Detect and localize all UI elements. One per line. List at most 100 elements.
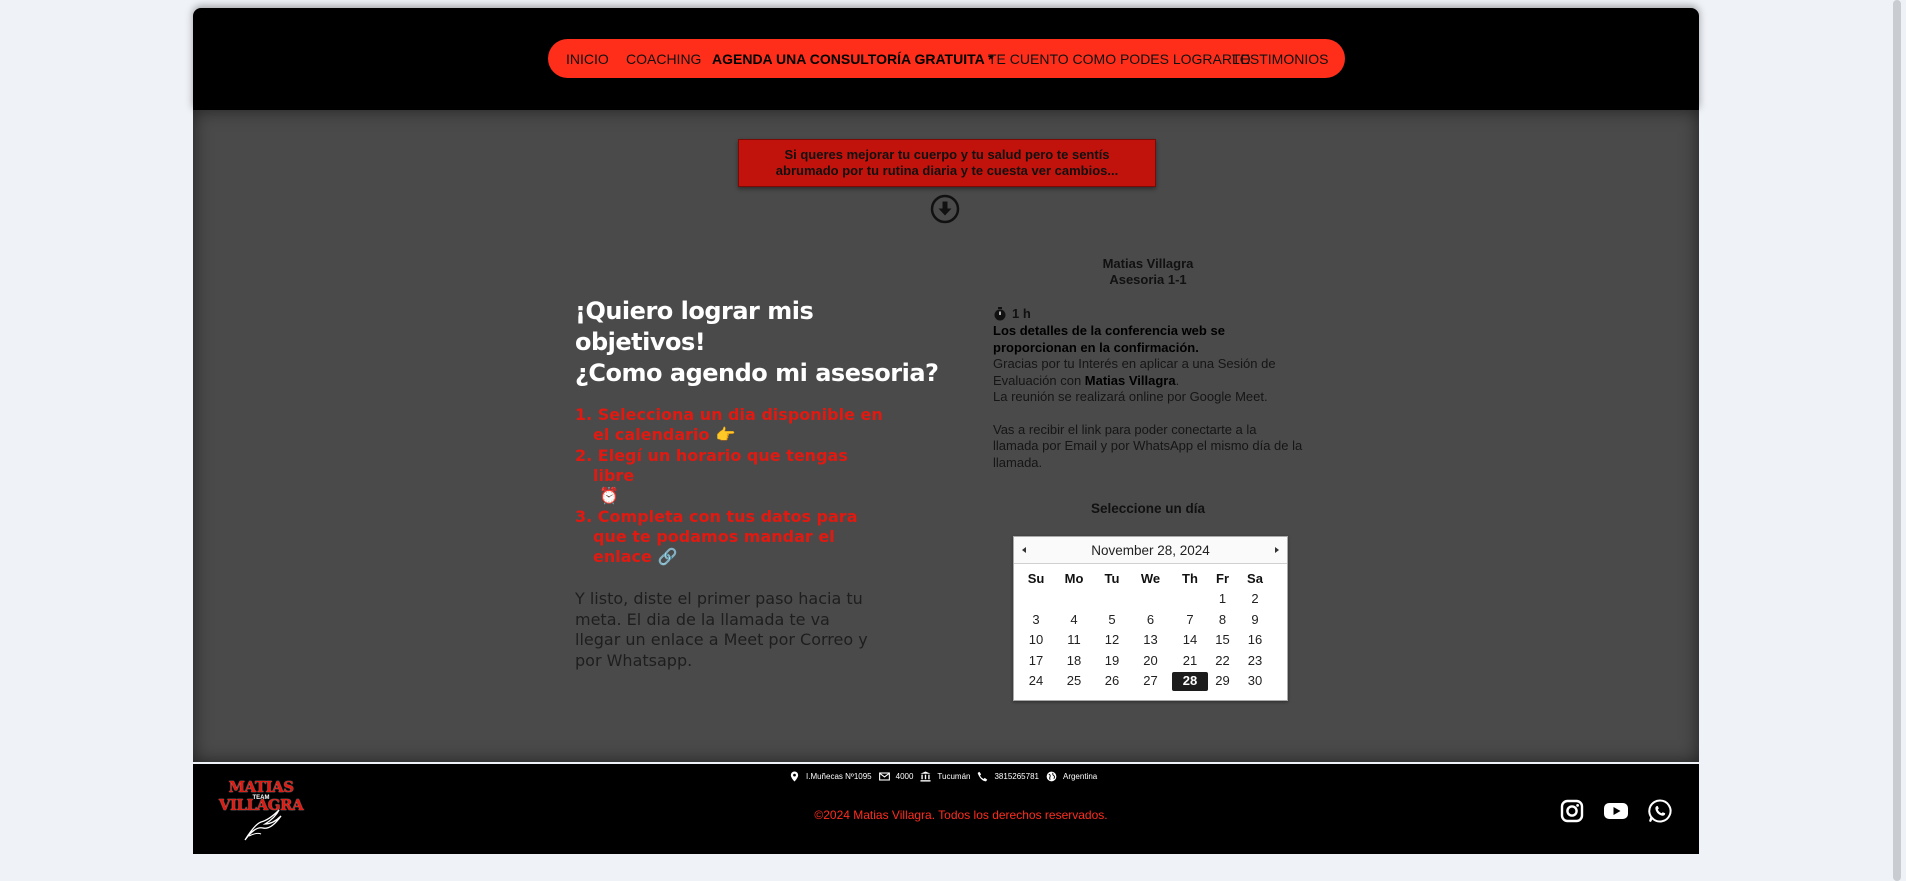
event-name: Asesoria 1-1 [1109, 272, 1187, 287]
country-text: Argentina [1062, 772, 1098, 781]
link-icon: 🔗 [657, 547, 678, 566]
weekday-header: Th [1182, 571, 1198, 586]
organizer-block: Matias Villagra Asesoria 1-1 [993, 256, 1303, 288]
calendar-day[interactable]: 10 [1018, 630, 1054, 651]
calendar-day[interactable]: 2 [1236, 589, 1274, 610]
youtube-icon[interactable] [1602, 798, 1630, 824]
main-nav: INICIO COACHING AGENDA UNA CONSULTORÍA G… [548, 39, 1345, 78]
calendar-day[interactable]: 22 [1209, 651, 1236, 672]
pointing-hand-icon: 👉 [715, 425, 736, 444]
phone-item: 3815265781 [977, 771, 1039, 782]
calendar-day[interactable]: 14 [1171, 630, 1209, 651]
calendar-day[interactable]: 3 [1018, 610, 1054, 631]
calendar-day[interactable]: 18 [1054, 651, 1094, 672]
nav-item-testimonios[interactable]: TESTIMONIOS [1232, 51, 1328, 67]
calendar-empty-cell [1054, 589, 1094, 610]
step-item: 2. Elegí un horario que tengas libre ⏰ [575, 446, 883, 506]
calendar-day[interactable]: 16 [1236, 630, 1274, 651]
calendar-day[interactable]: 9 [1236, 610, 1274, 631]
calendar-day[interactable]: 20 [1130, 651, 1171, 672]
page-frame: INICIO COACHING AGENDA UNA CONSULTORÍA G… [193, 8, 1699, 854]
instructions-panel: ¡Quiero lograr mis objetivos! ¿Como agen… [575, 296, 950, 687]
calendar-day[interactable]: 19 [1094, 651, 1130, 672]
calendar-day[interactable]: 1 [1209, 589, 1236, 610]
postal-code-text: 4000 [895, 772, 914, 781]
contact-info: I.Muñecas Nº1095 4000 Tucumán 3815265781… [789, 771, 1097, 782]
envelope-icon [878, 772, 890, 781]
weekday-header: Su [1027, 571, 1045, 586]
country-item: Argentina [1046, 771, 1097, 782]
site-footer: MATIAS VILLAGRA TEAM I.Muñecas Nº1095 40… [193, 764, 1699, 854]
promo-banner-text: Si queres mejorar tu cuerpo y tu salud p… [775, 147, 1119, 178]
phone-icon [978, 771, 988, 782]
description-name: Matias Villagra [1084, 372, 1176, 388]
instructions-heading: ¡Quiero lograr mis objetivos! ¿Como agen… [575, 296, 950, 389]
nav-item-te-cuento[interactable]: TE CUENTO COMO PODES LOGRARLO [988, 51, 1251, 67]
institution-icon [920, 771, 931, 782]
description-end: . [1175, 372, 1180, 388]
calendar-day[interactable]: 26 [1094, 671, 1130, 692]
duration-value: 1 h [1012, 306, 1031, 321]
event-description: Gracias por tu Interés en aplicar a una … [993, 356, 1303, 389]
nav-item-coaching[interactable]: COACHING [626, 51, 701, 67]
calendar-day[interactable]: 12 [1094, 630, 1130, 651]
alarm-clock-icon: ⏰ [599, 486, 619, 505]
calendar-day[interactable]: 15 [1209, 630, 1236, 651]
calendar-month-label: November 28, 2024 [1091, 542, 1210, 558]
duration-row: 1 h [993, 306, 1303, 321]
calendar-day[interactable]: 4 [1054, 610, 1094, 631]
calendar-day[interactable]: 8 [1209, 610, 1236, 631]
nav-item-inicio[interactable]: INICIO [566, 51, 609, 67]
weekday-header: Tu [1104, 571, 1120, 586]
date-picker: November 28, 2024 Su Mo Tu We Th Fr Sa 1 2 3 4 5 6 7 8… [1013, 536, 1288, 701]
calendar-day[interactable]: 17 [1018, 651, 1054, 672]
step-item: 3. Completa con tus datos para que te po… [575, 507, 883, 567]
address-item: I.Muñecas Nº1095 [789, 771, 872, 782]
calendar-grid: Su Mo Tu We Th Fr Sa 1 2 3 4 5 6 7 8 9 10 11 12 13 14 15 16 17 1… [1014, 564, 1287, 692]
promo-banner: Si queres mejorar tu cuerpo y tu salud p… [738, 139, 1156, 187]
calendar-day[interactable]: 23 [1236, 651, 1274, 672]
calendar-day[interactable]: 29 [1209, 671, 1236, 692]
nav-item-agenda[interactable]: AGENDA UNA CONSULTORÍA GRATUITA * [712, 51, 994, 67]
heading-line-1: ¡Quiero lograr mis objetivos! [575, 297, 814, 356]
calendar-day[interactable]: 25 [1054, 671, 1094, 692]
next-month-icon[interactable] [1271, 544, 1283, 556]
calendar-empty-cell [1018, 589, 1054, 610]
scrollbar-thumb[interactable] [1893, 0, 1901, 881]
calendar-day-selected[interactable]: 28 [1172, 672, 1208, 691]
calendar-day[interactable]: 13 [1130, 630, 1171, 651]
scroll-down-icon[interactable] [930, 194, 960, 224]
calendar-day[interactable]: 21 [1171, 651, 1209, 672]
calendar-day[interactable]: 24 [1018, 671, 1054, 692]
heading-line-2: ¿Como agendo mi asesoria? [575, 359, 939, 387]
step-text: 2. Elegí un horario que tengas libre [575, 446, 848, 485]
postal-item: 4000 [878, 771, 914, 782]
phone-text: 3815265781 [994, 772, 1039, 781]
calendar-day[interactable]: 27 [1130, 671, 1171, 692]
calendar-day[interactable]: 30 [1236, 671, 1274, 692]
calendar-header: November 28, 2024 [1014, 537, 1287, 564]
instagram-icon[interactable] [1559, 798, 1585, 824]
calendar-empty-cell [1130, 589, 1171, 610]
whatsapp-icon[interactable] [1647, 798, 1673, 824]
step-item: 1. Selecciona un dia disponible en el ca… [575, 405, 883, 445]
conference-note: Los detalles de la conferencia web se pr… [993, 323, 1225, 355]
globe-icon [1046, 771, 1057, 782]
province-text: Tucumán [937, 772, 971, 781]
calendar-day[interactable]: 11 [1054, 630, 1094, 651]
step-text: 3. Completa con tus datos para que te po… [575, 507, 858, 566]
copyright-text: ©2024 Matias Villagra. Todos los derecho… [814, 808, 1108, 822]
event-details: Los detalles de la conferencia web se pr… [993, 323, 1303, 471]
stopwatch-icon [994, 306, 1006, 320]
weekday-header: Mo [1064, 571, 1084, 586]
steps-list: 1. Selecciona un dia disponible en el ca… [575, 405, 950, 567]
site-header: INICIO COACHING AGENDA UNA CONSULTORÍA G… [193, 8, 1699, 110]
meeting-platform-note: La reunión se realizará online por Googl… [993, 389, 1268, 404]
page-scrollbar[interactable] [1888, 0, 1906, 881]
prev-month-icon[interactable] [1018, 544, 1030, 556]
instructions-note: Y listo, diste el primer paso hacia tu m… [575, 589, 868, 670]
map-pin-icon [790, 771, 799, 782]
calendar-day[interactable]: 7 [1171, 610, 1209, 631]
calendar-day[interactable]: 6 [1130, 610, 1171, 631]
calendar-day[interactable]: 5 [1094, 610, 1130, 631]
